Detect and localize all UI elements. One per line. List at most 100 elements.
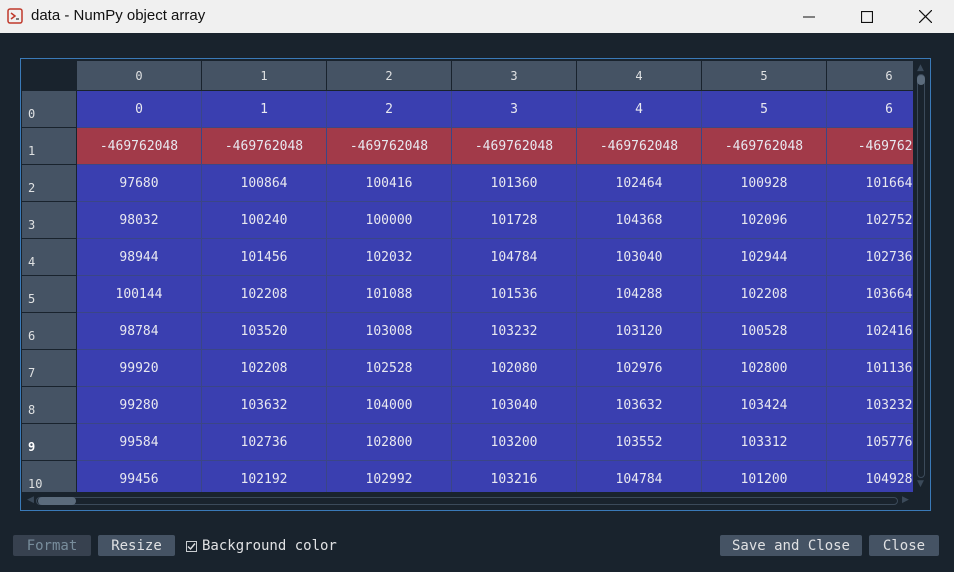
vertical-scrollbar[interactable]: ▲ ▼ xyxy=(914,64,928,490)
column-header[interactable]: 2 xyxy=(327,61,452,91)
table-cell[interactable]: 101728 xyxy=(452,202,577,239)
background-color-checkbox[interactable] xyxy=(186,540,197,552)
table-cell[interactable]: 103232 xyxy=(452,313,577,350)
table-cell[interactable]: 103040 xyxy=(577,239,702,276)
column-header[interactable]: 1 xyxy=(202,61,327,91)
table-cell[interactable]: 104928 xyxy=(827,461,913,492)
row-header[interactable]: 1 xyxy=(22,128,77,165)
table-cell[interactable]: 102416 xyxy=(827,313,913,350)
table-cell[interactable]: 103632 xyxy=(577,387,702,424)
table-cell[interactable]: -469762048 xyxy=(202,128,327,165)
table-cell[interactable]: 100928 xyxy=(702,165,827,202)
table-cell[interactable]: 101200 xyxy=(702,461,827,492)
table-cell[interactable]: 102752 xyxy=(827,202,913,239)
row-header[interactable]: 4 xyxy=(22,239,77,276)
table-cell[interactable]: 99456 xyxy=(77,461,202,492)
row-header[interactable]: 8 xyxy=(22,387,77,424)
table-cell[interactable]: 6 xyxy=(827,91,913,128)
table-cell[interactable]: 101664 xyxy=(827,165,913,202)
row-header[interactable]: 9 xyxy=(22,424,77,461)
table-cell[interactable]: 105776 xyxy=(827,424,913,461)
column-header[interactable]: 6 xyxy=(827,61,913,91)
row-header[interactable]: 5 xyxy=(22,276,77,313)
horizontal-scroll-thumb[interactable] xyxy=(38,497,76,505)
table-cell[interactable]: 101088 xyxy=(327,276,452,313)
close-window-button[interactable] xyxy=(896,0,954,33)
table-cell[interactable]: 102032 xyxy=(327,239,452,276)
save-and-close-button[interactable]: Save and Close xyxy=(720,535,862,556)
table-cell[interactable]: 104368 xyxy=(577,202,702,239)
table-cell[interactable]: -4697620 xyxy=(827,128,913,165)
table-cell[interactable]: 102208 xyxy=(702,276,827,313)
table-cell[interactable]: 0 xyxy=(77,91,202,128)
table-cell[interactable]: 99584 xyxy=(77,424,202,461)
table-cell[interactable]: 98784 xyxy=(77,313,202,350)
table-cell[interactable]: -469762048 xyxy=(702,128,827,165)
table-cell[interactable]: 102528 xyxy=(327,350,452,387)
table-cell[interactable]: -469762048 xyxy=(327,128,452,165)
table-cell[interactable]: 104784 xyxy=(452,239,577,276)
table-cell[interactable]: 102976 xyxy=(577,350,702,387)
horizontal-scroll-track[interactable] xyxy=(36,497,898,505)
table-cell[interactable]: 3 xyxy=(452,91,577,128)
scroll-up-arrow-icon[interactable]: ▲ xyxy=(917,64,924,73)
table-cell[interactable]: 5 xyxy=(702,91,827,128)
table-cell[interactable]: 104288 xyxy=(577,276,702,313)
table-cell[interactable]: 102944 xyxy=(702,239,827,276)
table-cell[interactable]: 101136 xyxy=(827,350,913,387)
table-cell[interactable]: 97680 xyxy=(77,165,202,202)
table-cell[interactable]: 103216 xyxy=(452,461,577,492)
table-cell[interactable]: 104784 xyxy=(577,461,702,492)
column-header[interactable]: 0 xyxy=(77,61,202,91)
table-cell[interactable]: 101456 xyxy=(202,239,327,276)
table-cell[interactable]: 102992 xyxy=(327,461,452,492)
table-cell[interactable]: 103232 xyxy=(827,387,913,424)
table-cell[interactable]: 103120 xyxy=(577,313,702,350)
table-cell[interactable]: 101536 xyxy=(452,276,577,313)
table-cell[interactable]: 102080 xyxy=(452,350,577,387)
row-header[interactable]: 3 xyxy=(22,202,77,239)
table-cell[interactable]: 98032 xyxy=(77,202,202,239)
table-cell[interactable]: 103552 xyxy=(577,424,702,461)
table-cell[interactable]: 2 xyxy=(327,91,452,128)
table-cell[interactable]: 103008 xyxy=(327,313,452,350)
table-cell[interactable]: 100240 xyxy=(202,202,327,239)
background-color-toggle[interactable]: Background color xyxy=(186,537,337,555)
table-cell[interactable]: 4 xyxy=(577,91,702,128)
column-header[interactable]: 4 xyxy=(577,61,702,91)
table-cell[interactable]: 102096 xyxy=(702,202,827,239)
array-table[interactable]: 0 1 2 3 4 5 6 0 0 1 2 3 4 5 6 1 -469762048 -469762048 -469… xyxy=(22,61,913,492)
close-button[interactable]: Close xyxy=(869,535,939,556)
table-cell[interactable]: 102208 xyxy=(202,276,327,313)
table-cell[interactable]: 1 xyxy=(202,91,327,128)
vertical-scroll-thumb[interactable] xyxy=(917,75,925,85)
table-cell[interactable]: 100144 xyxy=(77,276,202,313)
table-cell[interactable]: 102736 xyxy=(202,424,327,461)
row-header[interactable]: 7 xyxy=(22,350,77,387)
table-cell[interactable]: 99920 xyxy=(77,350,202,387)
table-cell[interactable]: 102800 xyxy=(327,424,452,461)
table-cell[interactable]: -469762048 xyxy=(577,128,702,165)
table-cell[interactable]: 100000 xyxy=(327,202,452,239)
scroll-down-arrow-icon[interactable]: ▼ xyxy=(917,480,924,489)
scroll-right-arrow-icon[interactable]: ▶ xyxy=(902,496,909,505)
row-header[interactable]: 2 xyxy=(22,165,77,202)
row-header[interactable]: 6 xyxy=(22,313,77,350)
table-cell[interactable]: -469762048 xyxy=(77,128,202,165)
horizontal-scrollbar[interactable]: ◀ ▶ xyxy=(24,494,914,508)
resize-button[interactable]: Resize xyxy=(98,535,175,556)
table-cell[interactable]: 102208 xyxy=(202,350,327,387)
table-cell[interactable]: 102800 xyxy=(702,350,827,387)
table-cell[interactable]: 100528 xyxy=(702,313,827,350)
table-cell[interactable]: 103200 xyxy=(452,424,577,461)
scroll-left-arrow-icon[interactable]: ◀ xyxy=(27,496,34,505)
row-header[interactable]: 10 xyxy=(22,461,77,492)
table-cell[interactable]: 103632 xyxy=(202,387,327,424)
format-button[interactable]: Format xyxy=(13,535,91,556)
vertical-scroll-track[interactable] xyxy=(917,74,925,478)
column-header[interactable]: 5 xyxy=(702,61,827,91)
table-cell[interactable]: 101360 xyxy=(452,165,577,202)
table-cell[interactable]: 103520 xyxy=(202,313,327,350)
table-cell[interactable]: 100864 xyxy=(202,165,327,202)
table-cell[interactable]: 102192 xyxy=(202,461,327,492)
